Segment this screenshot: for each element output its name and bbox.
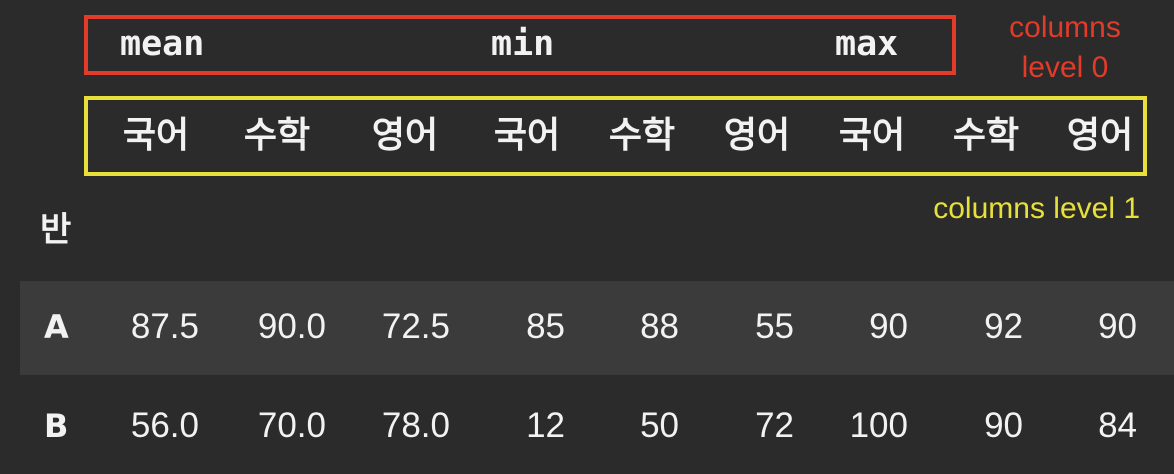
table-cell: 78.0 bbox=[381, 406, 450, 445]
column-level0-min: min bbox=[491, 24, 555, 64]
column-level1-header: 영어 bbox=[1066, 115, 1134, 156]
table-cell: 87.5 bbox=[130, 307, 199, 346]
table-cell: 84 bbox=[1098, 406, 1137, 445]
columns-level0-annotation: columns level 0 bbox=[980, 8, 1150, 88]
column-level1-header: 영어 bbox=[371, 115, 439, 156]
table-row: B 56.0 70.0 78.0 12 50 72 100 90 84 bbox=[20, 380, 1174, 474]
table-cell: 55 bbox=[755, 307, 794, 346]
row-index-label: A bbox=[44, 308, 69, 346]
table-cell: 90.0 bbox=[257, 307, 326, 346]
column-level1-header: 국어 bbox=[122, 115, 190, 156]
table-cell: 88 bbox=[640, 307, 679, 346]
table-cell: 56.0 bbox=[130, 406, 199, 445]
table-cell: 90 bbox=[869, 307, 908, 346]
table-cell: 70.0 bbox=[257, 406, 326, 445]
column-level1-header: 수학 bbox=[952, 115, 1020, 156]
column-level0-max: max bbox=[835, 24, 899, 64]
index-name-header: 반 bbox=[40, 210, 72, 250]
column-level1-header: 영어 bbox=[723, 115, 791, 156]
table-cell: 90 bbox=[984, 406, 1023, 445]
row-index-label: B bbox=[44, 407, 69, 445]
column-level0-mean: mean bbox=[120, 24, 205, 64]
column-level1-header: 국어 bbox=[838, 115, 906, 156]
table-cell: 72 bbox=[755, 406, 794, 445]
annotation-line-2: level 0 bbox=[1021, 51, 1109, 84]
table-cell: 100 bbox=[849, 406, 908, 445]
column-level1-header: 수학 bbox=[608, 115, 676, 156]
column-level1-header: 국어 bbox=[493, 115, 561, 156]
table-row: A 87.5 90.0 72.5 85 88 55 90 92 90 bbox=[20, 281, 1174, 375]
table-cell: 90 bbox=[1098, 307, 1137, 346]
table-cell: 50 bbox=[640, 406, 679, 445]
table-cell: 92 bbox=[984, 307, 1023, 346]
annotation-line-1: columns bbox=[1009, 11, 1121, 44]
table-cell: 72.5 bbox=[381, 307, 450, 346]
columns-level1-annotation: columns level 1 bbox=[933, 192, 1140, 225]
table-cell: 85 bbox=[526, 307, 565, 346]
table-cell: 12 bbox=[526, 406, 565, 445]
column-level1-header: 수학 bbox=[243, 115, 311, 156]
